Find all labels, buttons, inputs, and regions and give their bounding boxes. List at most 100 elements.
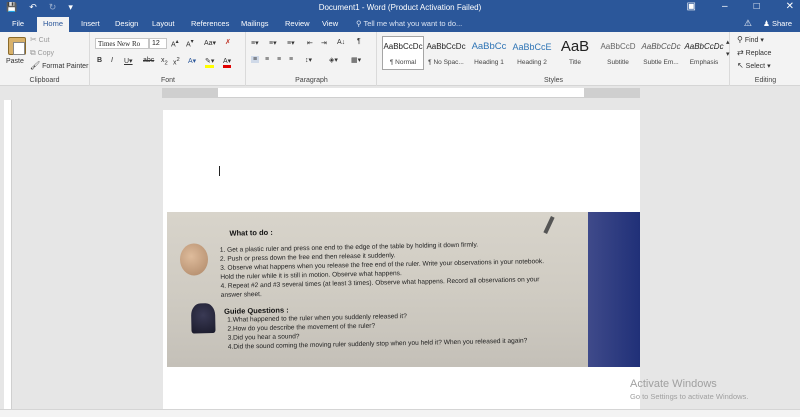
photo-illustration-person (179, 243, 209, 276)
sort-icon[interactable]: A↓ (337, 39, 345, 46)
replace-icon: ⇄ (737, 48, 744, 57)
tab-view[interactable]: View (322, 19, 338, 28)
style-sample: AaBbCcDc (684, 42, 724, 51)
shrink-font-icon[interactable]: A▾ (186, 39, 194, 48)
maximize-icon[interactable]: □ (754, 1, 760, 12)
align-right-icon[interactable]: ≡ (277, 56, 281, 63)
style-normal[interactable]: AaBbCcDc ¶ Normal (382, 36, 424, 70)
decrease-indent-icon[interactable]: ⇤ (307, 39, 313, 47)
photo-question: 2.How do you describe the movement of th… (227, 322, 376, 333)
photo-step: 1. Get a plastic ruler and press one end… (219, 241, 479, 254)
vertical-ruler[interactable] (4, 100, 12, 410)
find-button[interactable]: ⚲ Find ▾ (737, 36, 764, 45)
justify-icon[interactable]: ≡ (289, 56, 293, 63)
style-subtle-emphasis[interactable]: AaBbCcDc Subtle Em... (640, 36, 682, 70)
style-name: ¶ No Spac... (428, 59, 464, 66)
cut-button[interactable]: ✂ Cut (30, 35, 50, 45)
align-left-icon[interactable]: ≡ (251, 56, 260, 63)
multilevel-list-icon[interactable]: ≡▾ (287, 39, 295, 47)
line-spacing-icon[interactable]: ↕▾ (305, 56, 312, 64)
tab-mailings[interactable]: Mailings (241, 19, 269, 28)
font-size-box[interactable]: 12 (149, 38, 167, 49)
scissors-icon: ✂ (30, 35, 37, 44)
status-bar (0, 409, 800, 417)
close-icon[interactable]: ✕ (786, 1, 794, 12)
clear-formatting-icon[interactable]: ✗ (225, 38, 231, 46)
underline-icon[interactable]: U▾ (124, 57, 133, 65)
photo-step: answer sheet. (220, 291, 262, 299)
ruler-right-margin (584, 88, 640, 98)
styles-group: AaBbCcDc ¶ Normal AaBbCcDc ¶ No Spac... Aa… (378, 32, 730, 86)
increase-indent-icon[interactable]: ⇥ (321, 39, 327, 47)
bullets-icon[interactable]: ≡▾ (251, 39, 259, 47)
italic-icon[interactable]: I (111, 57, 113, 64)
style-title[interactable]: AaB Title (554, 36, 596, 70)
change-case-icon[interactable]: Aa▾ (204, 39, 216, 47)
clipboard-group: Paste ✂ Cut ⧉ Copy 🖌 Format Painter Clip… (0, 32, 90, 86)
style-sample: AaBbCcE (512, 42, 552, 52)
shading-icon[interactable]: ◈▾ (329, 56, 338, 64)
tab-layout[interactable]: Layout (152, 19, 175, 28)
tell-me-box[interactable]: ⚲ Tell me what you want to do... (356, 19, 462, 28)
minimize-icon[interactable]: – (722, 1, 728, 12)
superscript-icon[interactable]: x2 (173, 57, 180, 66)
styles-scroll-down-icon[interactable]: ▾ (726, 50, 730, 58)
style-name: Title (568, 59, 582, 66)
ribbon-options-icon[interactable]: ▣ (687, 1, 696, 12)
paragraph-group-label: Paragraph (295, 77, 328, 84)
cursor-icon: ↖ (737, 61, 744, 70)
format-painter-button[interactable]: 🖌 Format Painter (30, 62, 89, 71)
photo-heading: What to do : (229, 227, 273, 238)
style-sample: AaBbCcDc (383, 42, 423, 51)
highlight-icon[interactable]: ✎▾ (205, 57, 215, 68)
select-label: Select (745, 63, 766, 70)
style-emphasis[interactable]: AaBbCcDc Emphasis (683, 36, 725, 70)
style-sample: AaBbCcDc (641, 42, 681, 51)
paste-button[interactable]: Paste (2, 34, 28, 72)
ruler-left-margin (162, 88, 218, 98)
tab-references[interactable]: References (191, 19, 229, 28)
share-button[interactable]: ♟ Share (763, 19, 792, 28)
style-subtitle[interactable]: AaBbCcD Subtitle (597, 36, 639, 70)
show-marks-icon[interactable]: ¶ (357, 38, 361, 45)
text-effects-icon[interactable]: A▾ (188, 57, 196, 65)
style-name: Heading 1 (474, 59, 504, 66)
font-name-box[interactable]: Times New Ro (95, 38, 149, 49)
ribbon-tabs: File Home Insert Design Layout Reference… (0, 16, 800, 32)
copy-button[interactable]: ⧉ Copy (30, 49, 54, 58)
warning-icon[interactable]: ⚠ (744, 18, 752, 29)
tab-file[interactable]: File (12, 19, 24, 28)
subscript-icon[interactable]: x2 (161, 57, 168, 66)
styles-scroll-up-icon[interactable]: ▴ (726, 38, 730, 46)
tab-insert[interactable]: Insert (81, 19, 100, 28)
window-title: Document1 - Word (Product Activation Fai… (318, 3, 482, 12)
find-label: Find (744, 37, 759, 44)
style-heading-1[interactable]: AaBbCc Heading 1 (468, 36, 510, 70)
tab-home[interactable]: Home (37, 17, 70, 32)
style-heading-2[interactable]: AaBbCcE Heading 2 (511, 36, 553, 70)
horizontal-ruler[interactable] (162, 88, 640, 98)
borders-icon[interactable]: ▦▾ (351, 56, 361, 64)
tab-design[interactable]: Design (115, 19, 138, 28)
strikethrough-icon[interactable]: abc (143, 57, 154, 64)
bold-icon[interactable]: B (97, 57, 102, 64)
style-sample: AaB (560, 38, 590, 55)
replace-label: Replace (745, 50, 772, 57)
replace-button[interactable]: ⇄ Replace (737, 48, 772, 58)
align-center-icon[interactable]: ≡ (265, 56, 269, 63)
style-name: Emphasis (689, 59, 719, 66)
format-painter-label: Format Painter (42, 63, 89, 70)
lightbulb-icon: ⚲ (356, 19, 362, 28)
select-button[interactable]: ↖ Select ▾ (737, 61, 771, 71)
inserted-photo[interactable]: What to do : 1. Get a plastic ruler and … (167, 212, 640, 367)
font-color-icon[interactable]: A▾ (223, 57, 232, 68)
document-page[interactable]: What to do : 1. Get a plastic ruler and … (163, 110, 640, 417)
title-bar: 💾 ↶ ↻ ▾ Document1 - Word (Product Activa… (0, 0, 800, 16)
numbering-icon[interactable]: ≡▾ (269, 39, 277, 47)
style-no-spacing[interactable]: AaBbCcDc ¶ No Spac... (425, 36, 467, 70)
grow-font-icon[interactable]: A▴ (171, 39, 179, 48)
tab-review[interactable]: Review (285, 19, 310, 28)
style-name: Subtle Em... (643, 59, 679, 66)
share-label: Share (771, 19, 792, 28)
style-sample: AaBbCcDc (426, 42, 466, 51)
